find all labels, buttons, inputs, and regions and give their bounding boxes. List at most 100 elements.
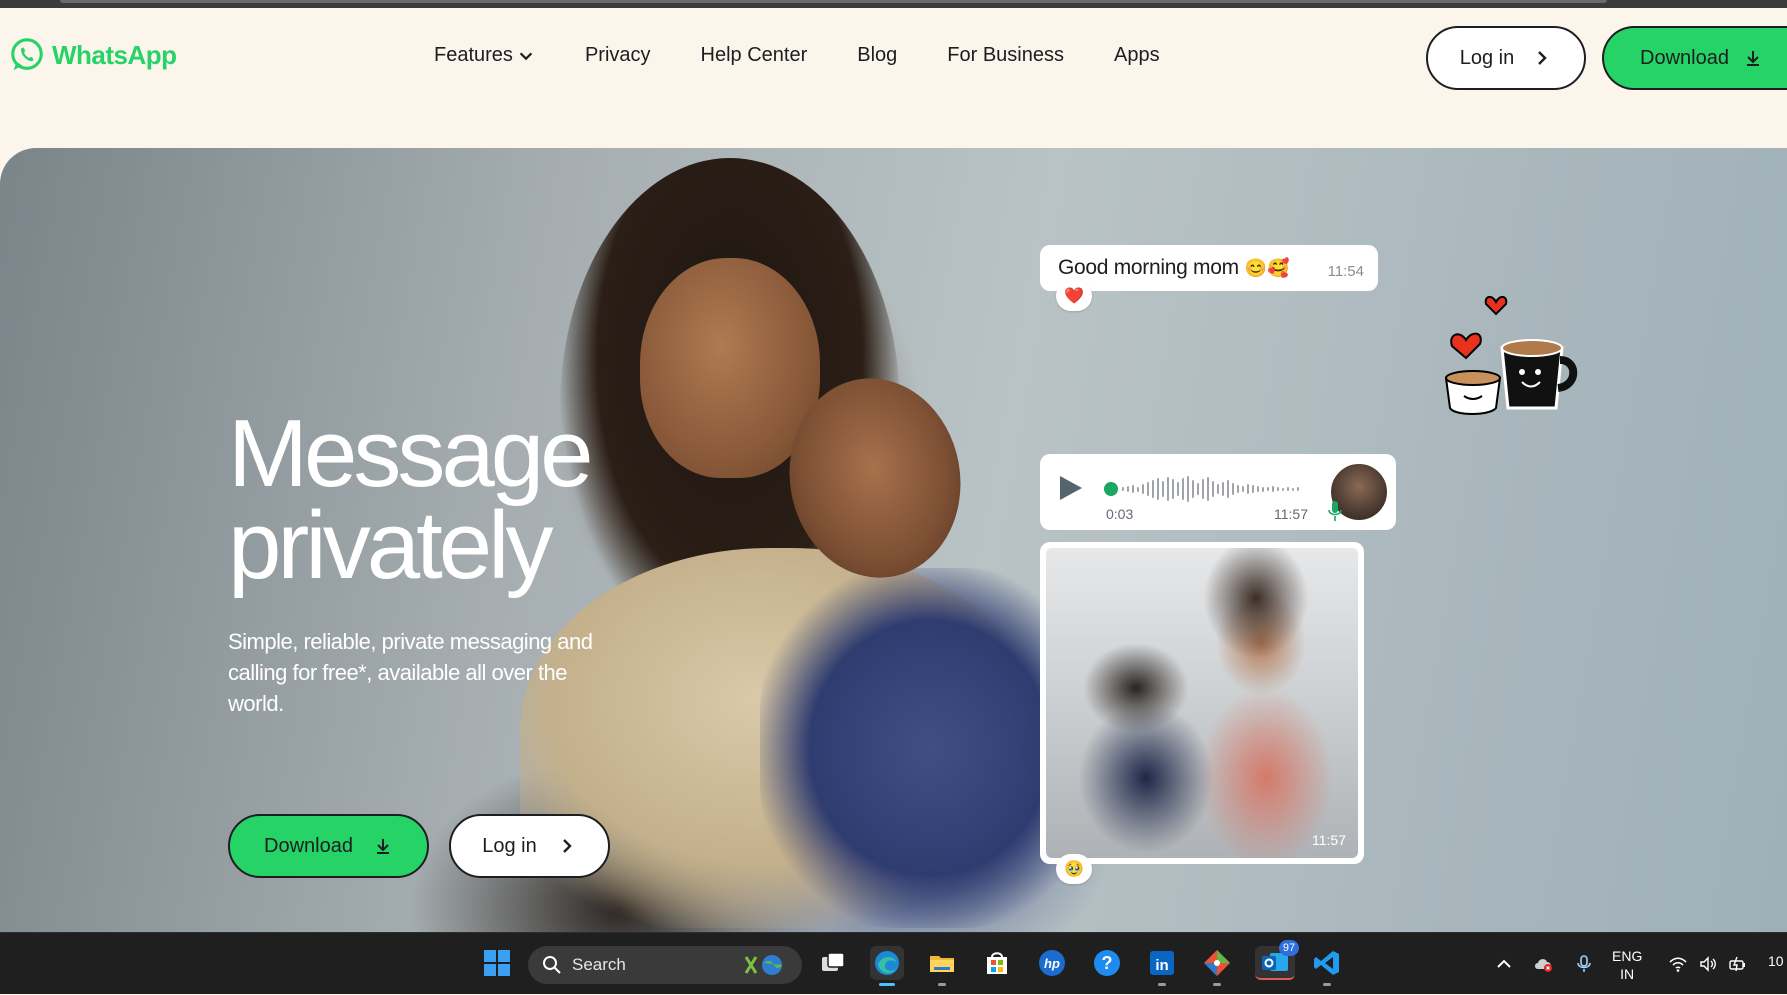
waveform-bar <box>1142 484 1144 494</box>
start-button[interactable] <box>480 946 514 980</box>
voice-progress-dot[interactable] <box>1104 482 1118 496</box>
edge-icon <box>875 951 899 975</box>
waveform-bar <box>1187 476 1189 502</box>
git-taskbar-button[interactable] <box>1200 946 1234 986</box>
waveform-bar <box>1122 487 1124 491</box>
waveform-bar <box>1262 486 1264 492</box>
hero-title: Message privately <box>228 406 594 594</box>
waveform-bar <box>1272 486 1274 492</box>
outlook-taskbar-button[interactable]: 97 <box>1255 940 1299 980</box>
main-nav: Features Privacy Help Center Blog For Bu… <box>434 44 1210 67</box>
hero-download-label: Download <box>264 834 353 857</box>
brand-name: WhatsApp <box>52 39 177 70</box>
waveform-bar <box>1282 487 1284 491</box>
linkedin-icon: in <box>1150 951 1174 975</box>
whatsapp-logo[interactable]: WhatsApp <box>8 36 177 74</box>
play-icon[interactable] <box>1058 474 1084 502</box>
svg-text:?: ? <box>1102 953 1113 973</box>
header-download-button[interactable]: Download <box>1602 26 1787 90</box>
vscode-taskbar-button[interactable] <box>1310 946 1344 986</box>
heart-reaction: ❤️ <box>1056 281 1092 311</box>
input-language-indicator[interactable]: ENG IN <box>1612 947 1642 983</box>
battery-tray-button[interactable] <box>1728 933 1748 995</box>
shared-photo[interactable]: 11:57 <box>1046 548 1358 858</box>
waveform-bar <box>1232 483 1234 495</box>
browser-top-strip <box>0 0 1787 8</box>
hero-title-line1: Message <box>228 400 594 507</box>
waveform-bar <box>1227 480 1229 498</box>
help-taskbar-button[interactable]: ? <box>1090 946 1124 980</box>
windows-taskbar: Search hp ? in 97 ENG IN 10 <box>0 932 1787 994</box>
chevron-up-icon <box>1497 959 1511 968</box>
hp-taskbar-button[interactable]: hp <box>1035 946 1069 980</box>
waveform-bar <box>1182 478 1184 500</box>
linkedin-taskbar-button[interactable]: in <box>1145 946 1179 986</box>
onedrive-tray-button[interactable] <box>1534 933 1554 995</box>
nav-for-business[interactable]: For Business <box>947 44 1064 67</box>
waveform-bar <box>1247 484 1249 494</box>
hero-login-button[interactable]: Log in <box>449 814 610 878</box>
store-taskbar-button[interactable] <box>980 946 1014 980</box>
hero-download-button[interactable]: Download <box>228 814 429 878</box>
running-indicator <box>1158 983 1166 986</box>
svg-text:in: in <box>1155 957 1168 974</box>
photo-time: 11:57 <box>1312 832 1346 848</box>
chevron-right-icon <box>1538 51 1547 65</box>
waveform-bar <box>1257 486 1259 492</box>
taskbar-clock[interactable]: 10 <box>1768 953 1784 969</box>
task-view-icon <box>822 952 845 971</box>
edge-taskbar-button[interactable] <box>870 946 904 986</box>
nav-privacy[interactable]: Privacy <box>585 44 651 67</box>
wifi-tray-button[interactable] <box>1668 933 1688 995</box>
download-icon <box>1746 51 1759 66</box>
chevron-down-icon <box>519 52 533 60</box>
nav-features-label: Features <box>434 44 513 66</box>
waveform-bar <box>1147 482 1149 496</box>
taskbar-search-label: Search <box>572 955 626 974</box>
taskbar-search[interactable]: Search <box>528 946 802 984</box>
waveform-bar <box>1137 486 1139 492</box>
nav-privacy-label: Privacy <box>584 44 651 66</box>
question-icon: ? <box>1094 950 1120 976</box>
download-icon <box>376 839 389 854</box>
hp-icon: hp <box>1039 950 1065 976</box>
cloud-error-icon <box>1535 959 1552 972</box>
volume-tray-button[interactable] <box>1698 933 1718 995</box>
whatsapp-icon <box>11 38 43 71</box>
browser-scrollbar <box>60 0 1607 3</box>
show-hidden-icons-button[interactable] <box>1494 933 1514 995</box>
active-indicator <box>879 983 895 986</box>
waveform-bar <box>1127 486 1129 492</box>
site-header: WhatsApp Features Privacy Help Center Bl… <box>0 8 1787 148</box>
running-indicator <box>1213 983 1221 986</box>
nav-blog[interactable]: Blog <box>857 44 897 67</box>
nav-apps[interactable]: Apps <box>1114 44 1160 67</box>
teary-smile-reaction: 🥹 <box>1056 854 1092 884</box>
waveform-bar <box>1197 483 1199 495</box>
task-view-button[interactable] <box>816 946 850 980</box>
git-icon <box>1204 950 1230 976</box>
voice-elapsed: 0:03 <box>1106 506 1134 522</box>
microphone-tray-button[interactable] <box>1574 933 1594 995</box>
hero-subtitle: Simple, reliable, private messaging and … <box>228 629 593 716</box>
waveform-bar <box>1162 481 1164 497</box>
waveform-bar <box>1212 481 1214 497</box>
waveform-bar <box>1277 487 1279 491</box>
nav-help-center-label: Help Center <box>700 44 808 66</box>
voice-waveform <box>1122 474 1352 504</box>
coffee-mugs-sticker <box>1444 296 1578 415</box>
nav-help-center[interactable]: Help Center <box>701 44 808 67</box>
outlook-unread-badge: 97 <box>1279 940 1299 956</box>
running-indicator <box>1323 983 1331 986</box>
waveform-bar <box>1267 487 1269 491</box>
file-explorer-taskbar-button[interactable] <box>925 946 959 986</box>
nav-features[interactable]: Features <box>434 44 535 67</box>
region-code: IN <box>1620 966 1635 982</box>
header-login-button[interactable]: Log in <box>1426 26 1586 90</box>
waveform-bar <box>1287 487 1289 491</box>
language-code: ENG <box>1612 948 1643 964</box>
nav-apps-label: Apps <box>1113 44 1160 66</box>
waveform-bar <box>1252 485 1254 493</box>
chat-message-text: Good morning mom <box>1058 256 1239 279</box>
waveform-bar <box>1292 487 1294 491</box>
